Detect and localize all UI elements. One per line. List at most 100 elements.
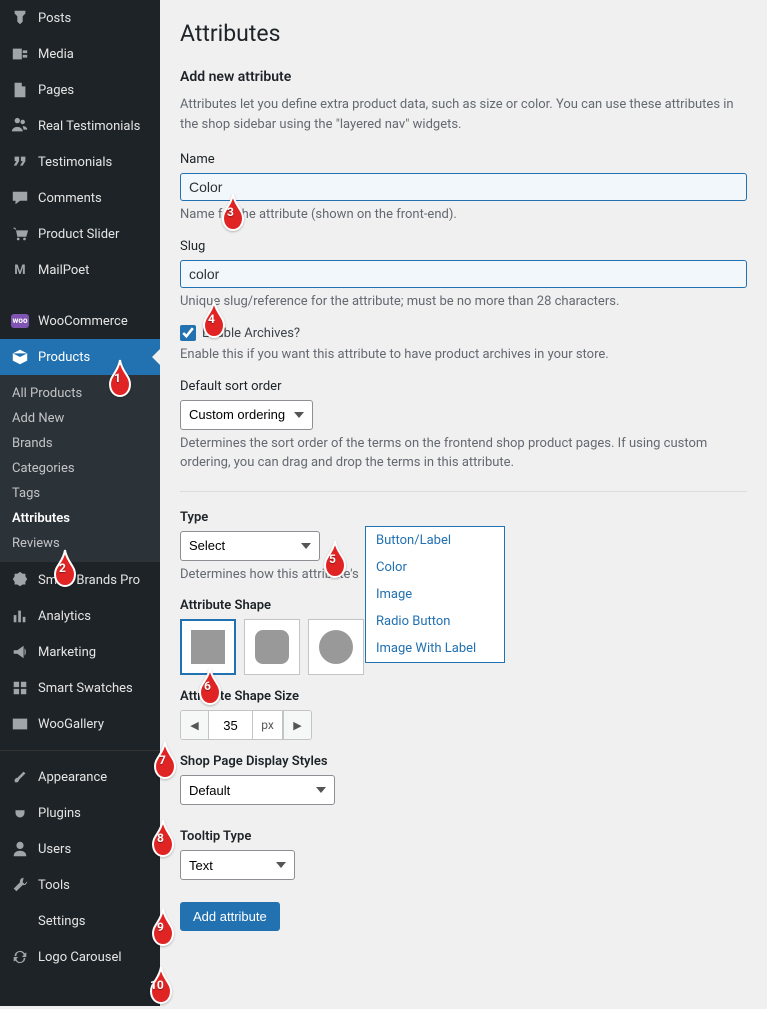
type-option-color[interactable]: Color: [366, 554, 504, 581]
sidebar-item-appearance[interactable]: Appearance: [0, 759, 160, 795]
sidebar-subitem-all-products[interactable]: All Products: [0, 381, 160, 406]
add-attribute-button[interactable]: Add attribute: [180, 902, 280, 931]
shape-circle[interactable]: [308, 619, 364, 675]
sidebar-submenu-products: All ProductsAdd NewBrandsCategoriesTagsA…: [0, 375, 160, 562]
section-title: Add new attribute: [180, 69, 747, 85]
name-help: Name for the attribute (shown on the fro…: [180, 205, 747, 225]
sidebar-subitem-brands[interactable]: Brands: [0, 431, 160, 456]
sidebar-item-label: Logo Carousel: [38, 950, 152, 965]
shape-size-stepper[interactable]: ◀ px ▶: [180, 710, 312, 740]
type-option-image-with-label[interactable]: Image With Label: [366, 635, 504, 662]
shape-square[interactable]: [180, 619, 236, 675]
woo-icon: woo: [10, 311, 30, 331]
sidebar-item-label: Real Testimonials: [38, 119, 152, 134]
sidebar-item-label: Products: [38, 350, 152, 365]
gallery-icon: [10, 714, 30, 734]
sidebar-item-analytics[interactable]: Analytics: [0, 598, 160, 634]
people-icon: [10, 116, 30, 136]
m-icon: M: [10, 260, 30, 280]
type-dropdown-list[interactable]: Button/LabelColorImageRadio ButtonImage …: [365, 526, 505, 663]
sidebar-item-smart-brands-pro[interactable]: Smart Brands Pro: [0, 562, 160, 598]
sidebar-item-products[interactable]: Products: [0, 339, 160, 375]
shape-rounded[interactable]: [244, 619, 300, 675]
sidebar-item-woocommerce[interactable]: wooWooCommerce: [0, 303, 160, 339]
sidebar-item-label: Smart Brands Pro: [38, 573, 152, 588]
sort-help: Determines the sort order of the terms o…: [180, 434, 747, 473]
sidebar-item-users[interactable]: Users: [0, 831, 160, 867]
sidebar-item-settings[interactable]: Settings: [0, 903, 160, 939]
sidebar-item-woogallery[interactable]: WooGallery: [0, 706, 160, 742]
enable-archives-checkbox[interactable]: [180, 325, 196, 341]
sliders-icon: [10, 911, 30, 931]
plug-icon: [10, 803, 30, 823]
sidebar-item-testimonials[interactable]: Testimonials: [0, 144, 160, 180]
sidebar-item-label: Posts: [38, 11, 152, 26]
shape-size-input[interactable]: [209, 711, 253, 739]
name-input[interactable]: [180, 173, 747, 201]
cart-icon: [10, 224, 30, 244]
type-option-radio-button[interactable]: Radio Button: [366, 608, 504, 635]
sidebar-item-mailpoet[interactable]: M MailPoet: [0, 252, 160, 288]
sidebar-subitem-reviews[interactable]: Reviews: [0, 531, 160, 556]
sidebar-item-smart-swatches[interactable]: Smart Swatches: [0, 670, 160, 706]
sort-label: Default sort order: [180, 379, 747, 394]
intro-text: Attributes let you define extra product …: [180, 95, 747, 134]
sidebar-subitem-categories[interactable]: Categories: [0, 456, 160, 481]
slug-help: Unique slug/reference for the attribute;…: [180, 292, 747, 312]
sidebar-item-plugins[interactable]: Plugins: [0, 795, 160, 831]
type-option-image[interactable]: Image: [366, 581, 504, 608]
type-option-button-label[interactable]: Button/Label: [366, 527, 504, 554]
divider: [180, 491, 747, 492]
display-label: Shop Page Display Styles: [180, 754, 747, 769]
stepper-decrease[interactable]: ◀: [181, 711, 209, 739]
sort-select[interactable]: Custom ordering: [180, 400, 313, 430]
field-tooltip: Tooltip Type Text: [180, 829, 747, 880]
box-icon: [10, 347, 30, 367]
enable-archives-label: Enable Archives?: [202, 326, 300, 341]
name-label: Name: [180, 152, 747, 167]
sidebar-item-logo-carousel[interactable]: Logo Carousel: [0, 939, 160, 975]
sidebar-item-comments[interactable]: Comments: [0, 180, 160, 216]
user-icon: [10, 839, 30, 859]
sidebar-item-label: Users: [38, 842, 152, 857]
field-shape-size: Attribute Shape Size ◀ px ▶: [180, 689, 747, 740]
sidebar-item-label: Comments: [38, 191, 152, 206]
field-sort: Default sort order Custom ordering Deter…: [180, 379, 747, 473]
sidebar-item-tools[interactable]: Tools: [0, 867, 160, 903]
sidebar-item-label: Pages: [38, 83, 152, 98]
admin-sidebar: Posts Media Pages Real Testimonials Testimon…: [0, 0, 160, 1006]
sidebar-item-label: MailPoet: [38, 263, 152, 278]
sidebar-item-label: Media: [38, 47, 152, 62]
quote-icon: [10, 152, 30, 172]
field-slug: Slug Unique slug/reference for the attri…: [180, 239, 747, 312]
stepper-increase[interactable]: ▶: [283, 711, 311, 739]
sidebar-item-posts[interactable]: Posts: [0, 0, 160, 36]
tooltip-select[interactable]: Text: [180, 850, 295, 880]
speaker-icon: [10, 642, 30, 662]
archives-help: Enable this if you want this attribute t…: [180, 345, 747, 365]
stepper-unit: px: [253, 711, 283, 739]
sidebar-subitem-tags[interactable]: Tags: [0, 481, 160, 506]
sidebar-subitem-add-new[interactable]: Add New: [0, 406, 160, 431]
sidebar-item-label: Product Slider: [38, 227, 152, 242]
sidebar-item-marketing[interactable]: Marketing: [0, 634, 160, 670]
type-select[interactable]: Select: [180, 531, 320, 561]
page-title: Attributes: [180, 20, 747, 47]
sidebar-item-pages[interactable]: Pages: [0, 72, 160, 108]
badge-icon: [10, 570, 30, 590]
sidebar-item-label: Plugins: [38, 806, 152, 821]
type-label: Type: [180, 510, 747, 525]
display-select[interactable]: Default: [180, 775, 335, 805]
field-display: Shop Page Display Styles Default: [180, 754, 747, 805]
sidebar-item-real-testimonials[interactable]: Real Testimonials: [0, 108, 160, 144]
sidebar-item-label: Appearance: [38, 770, 152, 785]
slug-label: Slug: [180, 239, 747, 254]
sidebar-subitem-attributes[interactable]: Attributes: [0, 506, 160, 531]
tooltip-label: Tooltip Type: [180, 829, 747, 844]
slug-input[interactable]: [180, 260, 747, 288]
sidebar-item-label: Settings: [38, 914, 152, 929]
sidebar-item-media[interactable]: Media: [0, 36, 160, 72]
sidebar-item-label: WooGallery: [38, 717, 152, 732]
sidebar-item-product-slider[interactable]: Product Slider: [0, 216, 160, 252]
loop-icon: [10, 947, 30, 967]
